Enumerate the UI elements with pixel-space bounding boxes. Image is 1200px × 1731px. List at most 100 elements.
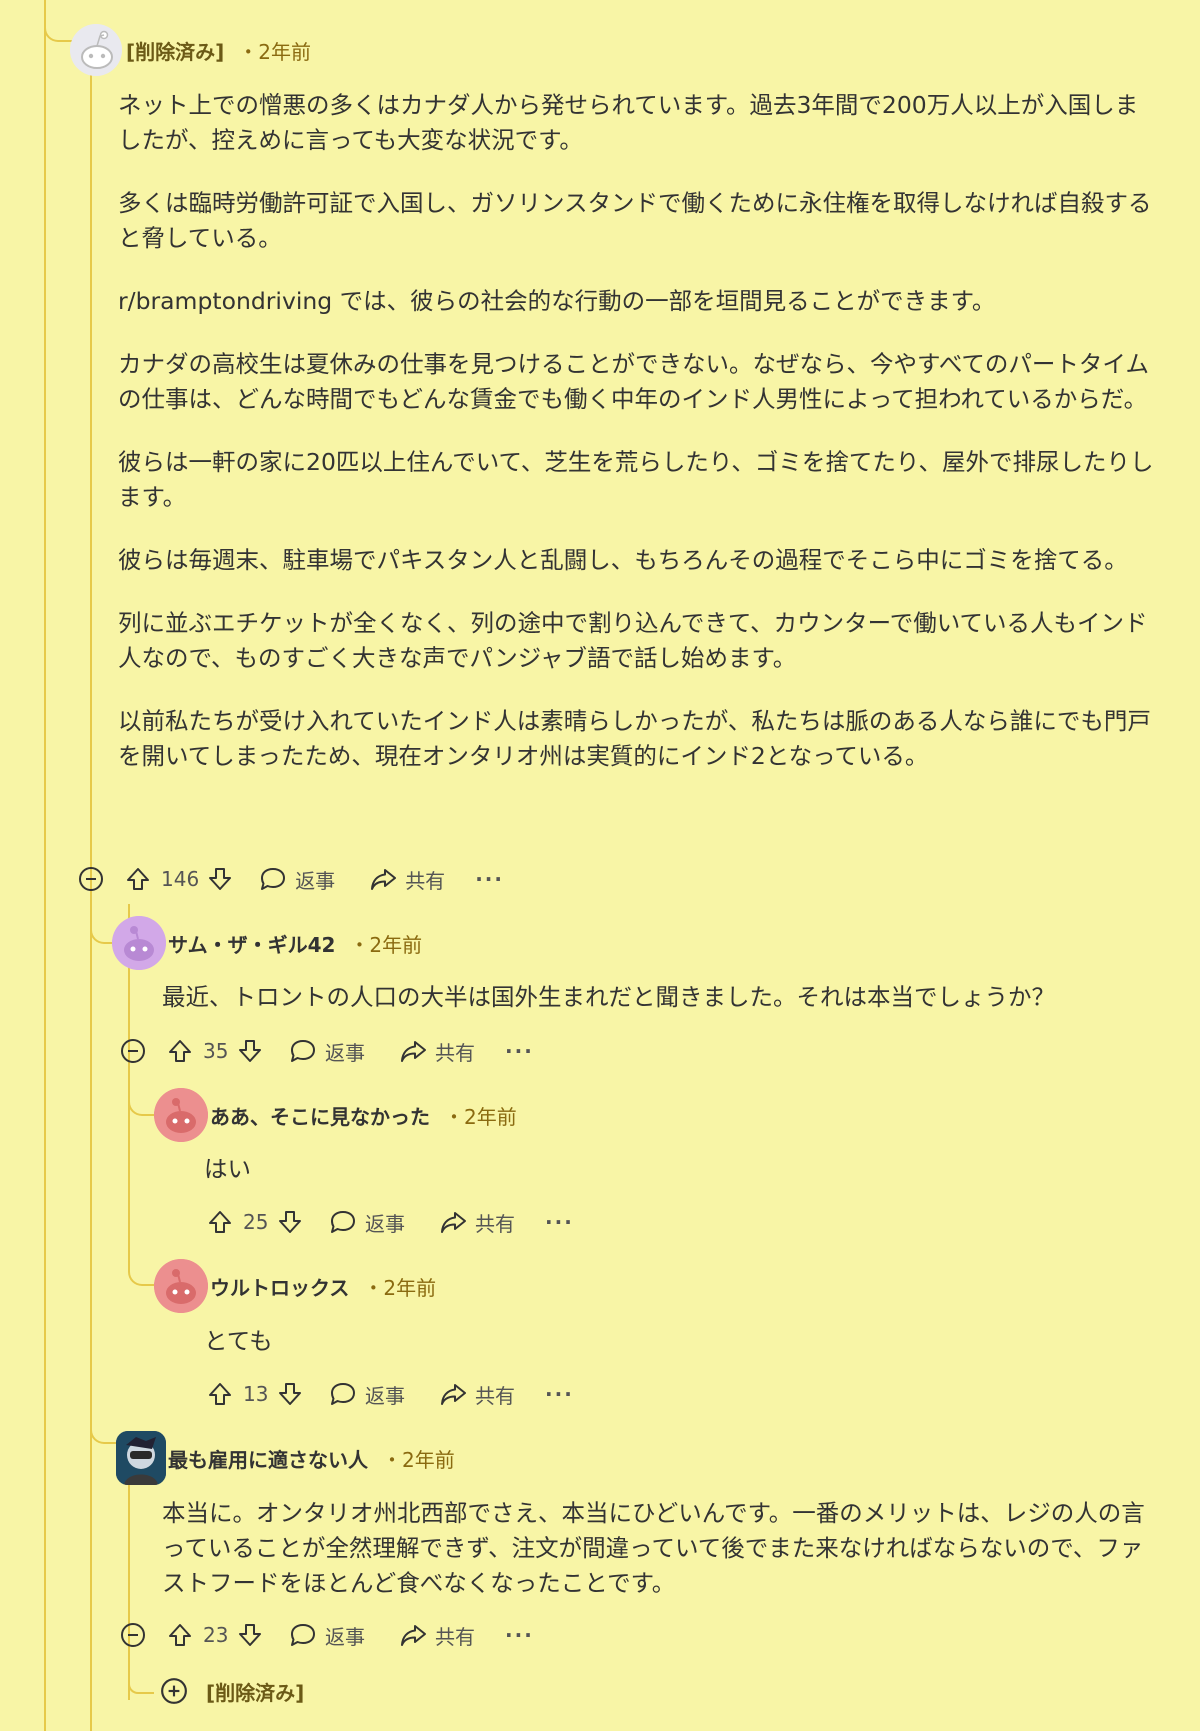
avatar[interactable] [112,916,166,970]
avatar[interactable] [154,1259,208,1313]
thread-connector [128,1684,154,1694]
arrow-up-icon [127,868,149,890]
share-button[interactable]: 共有 [369,865,445,894]
reply-label: 返事 [325,1624,365,1649]
share-label: 共有 [435,1624,475,1649]
plus-circle-icon [161,1678,187,1704]
upvote-button[interactable] [167,1038,193,1064]
avatar[interactable] [116,1431,166,1485]
comment-paragraph: 本当に。オンタリオ州北西部でさえ、本当にひどいんです。一番のメリットは、レジの人… [162,1499,1145,1597]
comment-paragraph: r/bramptondriving では、彼らの社会的な行動の一部を垣間見ること… [118,287,996,315]
reply-button[interactable]: 返事 [329,1380,405,1409]
comment-paragraph: 彼らは毎週末、駐車場でパキスタン人と乱闘し、もちろんその過程でそこら中にゴミを捨… [118,546,1128,574]
thread-line-comment-5 [128,1460,130,1700]
vote-count: 146 [161,867,200,891]
timestamp[interactable]: ・2年前 [363,1276,436,1300]
arrow-down-icon [239,1040,261,1062]
minus-circle-icon [121,1039,145,1063]
reply-button[interactable]: 返事 [289,1037,365,1066]
comment-header: [削除済み] ・2年前 [126,36,311,65]
more-options-button[interactable]: ··· [505,1039,534,1063]
share-arrow-icon [441,1212,466,1233]
share-button[interactable]: 共有 [439,1208,515,1237]
comment-paragraph: 多くは臨時労働許可証で入国し、ガソリンスタンドで働くために永住権を取得しなければ… [118,189,1152,252]
comment-action-bar: 25 返事 共有 ··· [207,1204,574,1240]
comment-action-bar: 146 返事 共有 ··· [77,861,504,897]
reply-button[interactable]: 返事 [329,1208,405,1237]
author-name[interactable]: 最も雇用に適さない人 [168,1448,368,1472]
reply-label: 返事 [365,1211,405,1236]
reply-button[interactable]: 返事 [289,1621,365,1650]
share-label: 共有 [405,868,446,893]
author-name[interactable]: サム・ザ・ギル42 [168,933,335,957]
arrow-up-icon [209,1211,231,1233]
thread-line-comment-1 [90,72,92,1731]
vote-count: 23 [203,1623,229,1647]
arrow-down-icon [239,1624,261,1646]
reply-button[interactable]: 返事 [259,865,335,894]
comment-action-bar: 35 返事 共有 ··· [119,1033,534,1069]
comment-paragraph: 列に並ぶエチケットが全くなく、列の途中で割り込んできて、カウンターで働いている人… [118,609,1148,672]
downvote-button[interactable] [207,866,233,892]
comment-body: ネット上での憎悪の多くはカナダ人から発せられています。過去3年間で200万人以上… [118,88,1160,802]
comment-header: ウルトロックス ・2年前 [210,1272,436,1301]
timestamp[interactable]: ・2年前 [349,933,422,957]
speech-bubble-icon [291,1040,315,1062]
speech-bubble-icon [331,1211,355,1233]
author-name[interactable]: ウルトロックス [210,1276,349,1300]
more-options-button[interactable]: ··· [545,1210,574,1234]
more-options-button[interactable]: ··· [505,1623,534,1647]
arrow-down-icon [279,1211,301,1233]
comment-paragraph: はい [204,1155,251,1183]
collapse-thread-button[interactable] [119,1037,147,1065]
more-options-button[interactable]: ··· [475,867,504,891]
upvote-button[interactable] [125,866,151,892]
author-name[interactable]: [削除済み] [206,1677,304,1706]
comment-action-bar: 23 返事 共有 ··· [119,1617,534,1653]
share-arrow-icon [401,1625,426,1646]
share-label: 共有 [435,1040,475,1065]
timestamp[interactable]: ・2年前 [444,1105,517,1129]
comment-paragraph: 最近、トロントの人口の大半は国外生まれだと聞きました。それは本当でしょうか？ [162,983,1055,1011]
comment-paragraph: カナダの高校生は夏休みの仕事を見つけることができない。なぜなら、今やすべてのパー… [118,350,1149,413]
comment-body: 本当に。オンタリオ州北西部でさえ、本当にひどいんです。一番のメリットは、レジの人… [162,1496,1164,1629]
share-button[interactable]: 共有 [399,1037,475,1066]
collapse-thread-button[interactable] [119,1621,147,1649]
avatar[interactable] [154,1088,208,1142]
share-button[interactable]: 共有 [399,1621,475,1650]
comment-paragraph: 以前私たちが受け入れていたインド人は素晴らしかったが、私たちは脈のある人なら誰に… [118,707,1151,770]
comment-paragraph: ネット上での憎悪の多くはカナダ人から発せられています。過去3年間で200万人以上… [118,91,1139,154]
arrow-up-icon [169,1040,191,1062]
upvote-button[interactable] [207,1381,233,1407]
upvote-button[interactable] [167,1622,193,1648]
upvote-button[interactable] [207,1209,233,1235]
timestamp[interactable]: ・2年前 [382,1448,455,1472]
comment-header: ああ、そこに見なかった ・2年前 [210,1101,517,1130]
arrow-up-icon [169,1624,191,1646]
author-name[interactable]: ああ、そこに見なかった [210,1105,430,1129]
thread-connector [128,1090,154,1116]
comment-header: 最も雇用に適さない人 ・2年前 [168,1444,455,1473]
downvote-button[interactable] [277,1381,303,1407]
comment-paragraph: とても [204,1327,273,1355]
comment-header: サム・ザ・ギル42 ・2年前 [168,929,422,958]
vote-count: 25 [243,1210,269,1234]
expand-thread-button[interactable] [160,1677,188,1705]
avatar[interactable] [70,24,122,76]
downvote-button[interactable] [237,1622,263,1648]
share-button[interactable]: 共有 [439,1380,515,1409]
downvote-button[interactable] [237,1038,263,1064]
snoo-avatar-icon [112,916,166,970]
author-name[interactable]: [削除済み] [126,40,224,64]
comment-action-bar: 13 返事 共有 ··· [207,1376,574,1412]
share-label: 共有 [475,1211,515,1236]
character-avatar-icon [116,1431,166,1485]
share-arrow-icon [371,869,397,890]
timestamp[interactable]: ・2年前 [238,40,311,64]
thread-connector [128,1262,154,1286]
thread-connector [90,1420,116,1444]
downvote-button[interactable] [277,1209,303,1235]
thread-connector [44,22,72,42]
more-options-button[interactable]: ··· [545,1382,574,1406]
collapse-thread-button[interactable] [77,865,105,893]
